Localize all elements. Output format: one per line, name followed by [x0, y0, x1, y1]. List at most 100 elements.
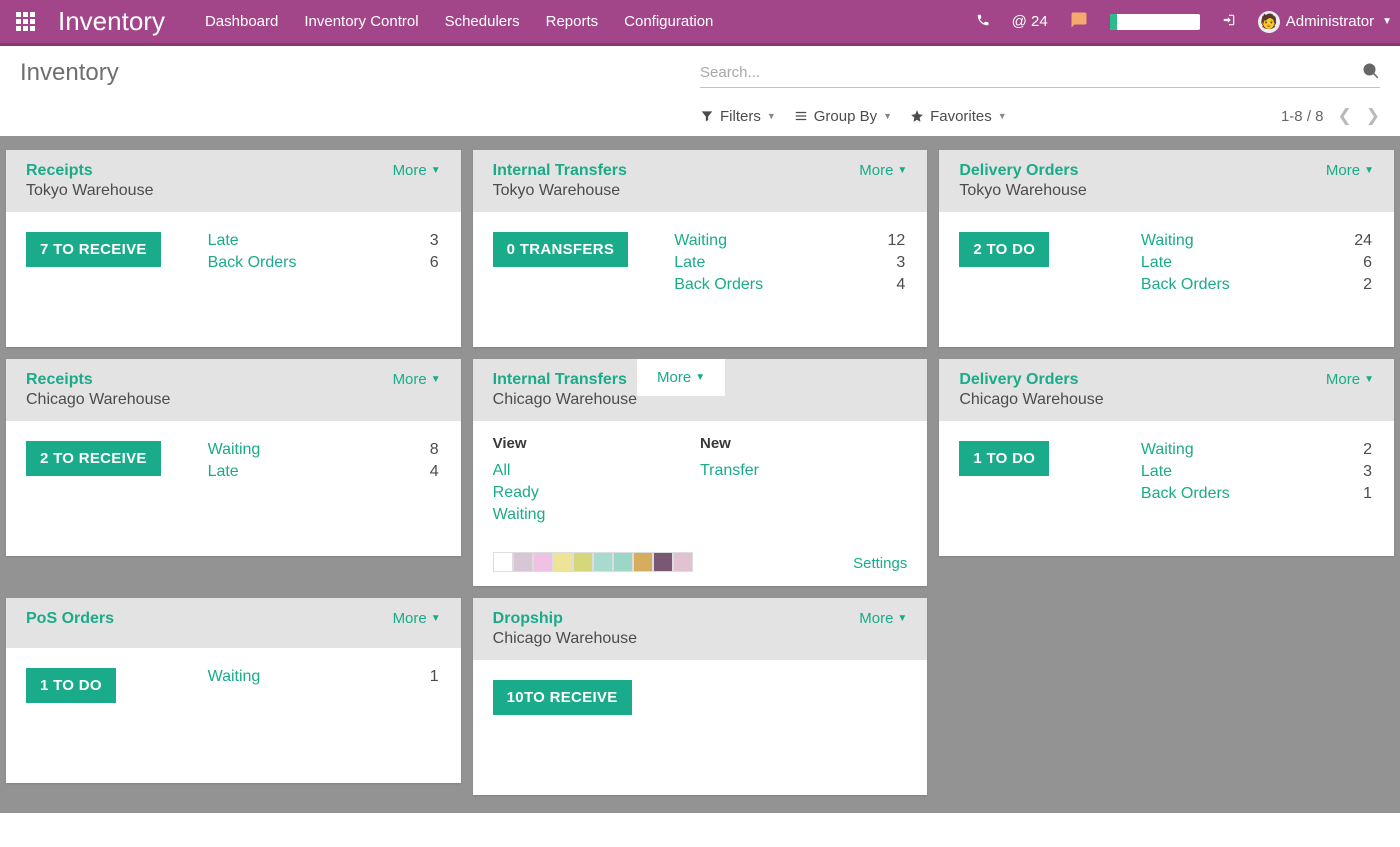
stat-row: Late6: [1141, 254, 1372, 272]
card-title[interactable]: Delivery Orders: [959, 162, 1086, 180]
card-title[interactable]: Receipts: [26, 371, 170, 389]
kanban-card: Delivery OrdersChicago WarehouseMore▼1 T…: [939, 359, 1394, 556]
kanban-card: Internal Transfers Chicago WarehouseMore▼…: [473, 359, 928, 586]
groupby-button[interactable]: Group By ▼: [794, 108, 892, 125]
search-input[interactable]: [700, 58, 1380, 88]
card-more-toggle[interactable]: More▼: [393, 371, 441, 388]
page-title: Inventory: [20, 59, 119, 87]
new-link[interactable]: Transfer: [700, 462, 907, 480]
stat-label[interactable]: Waiting: [208, 668, 261, 686]
stat-label[interactable]: Waiting: [1141, 441, 1194, 459]
apps-icon[interactable]: [16, 12, 40, 31]
color-swatch[interactable]: [573, 552, 593, 572]
menu-schedulers[interactable]: Schedulers: [445, 13, 520, 30]
color-swatch[interactable]: [553, 552, 573, 572]
card-more-toggle[interactable]: More▼: [859, 162, 907, 179]
stat-row: Late3: [1141, 463, 1372, 481]
chat-icon[interactable]: [1070, 11, 1088, 33]
stat-row: Back Orders2: [1141, 276, 1372, 294]
color-swatch[interactable]: [673, 552, 693, 572]
settings-link[interactable]: Settings: [853, 555, 907, 572]
color-swatch[interactable]: [493, 552, 513, 572]
card-subtitle: Chicago Warehouse: [493, 630, 637, 648]
card-title[interactable]: Internal Transfers: [493, 371, 637, 389]
card-more-toggle[interactable]: More▼: [859, 610, 907, 627]
stat-label[interactable]: Back Orders: [1141, 276, 1230, 294]
stat-row: Waiting12: [674, 232, 905, 250]
card-more-toggle[interactable]: More▼: [637, 359, 725, 396]
stat-label[interactable]: Waiting: [1141, 232, 1194, 250]
menu-reports[interactable]: Reports: [546, 13, 599, 30]
stat-row: Late3: [208, 232, 439, 250]
stat-label[interactable]: Late: [674, 254, 705, 272]
card-title[interactable]: Internal Transfers: [493, 162, 627, 180]
favorites-button[interactable]: Favorites ▼: [910, 108, 1007, 125]
primary-action-button[interactable]: 7 TO RECEIVE: [26, 232, 161, 267]
view-link[interactable]: Waiting: [493, 506, 700, 524]
app-brand[interactable]: Inventory: [58, 6, 165, 37]
color-swatch[interactable]: [593, 552, 613, 572]
primary-action-button[interactable]: 1 TO DO: [26, 668, 116, 703]
stat-label[interactable]: Back Orders: [674, 276, 763, 294]
primary-action-button[interactable]: 2 TO DO: [959, 232, 1049, 267]
stat-label[interactable]: Back Orders: [1141, 485, 1230, 503]
menu-inventory-control[interactable]: Inventory Control: [304, 13, 418, 30]
color-swatch[interactable]: [633, 552, 653, 572]
stat-label[interactable]: Late: [1141, 463, 1172, 481]
stat-label[interactable]: Late: [1141, 254, 1172, 272]
stat-row: Back Orders 6: [208, 254, 439, 272]
view-heading: View: [493, 435, 700, 452]
pager: 1-8 / 8 ❮ ❯: [1281, 106, 1380, 126]
phone-icon[interactable]: [976, 13, 990, 31]
card-subtitle: Chicago Warehouse: [493, 391, 637, 409]
stat-label[interactable]: Late: [208, 232, 239, 250]
card-more-toggle[interactable]: More▼: [393, 610, 441, 627]
primary-action-button[interactable]: 0 TRANSFERS: [493, 232, 628, 267]
stat-label[interactable]: Late: [208, 463, 239, 481]
stat-label[interactable]: Waiting: [674, 232, 727, 250]
card-more-toggle[interactable]: More▼: [1326, 162, 1374, 179]
card-header: Delivery OrdersTokyo WarehouseMore▼: [939, 150, 1394, 212]
stat-value: 6: [430, 254, 439, 272]
progress-bar[interactable]: [1110, 14, 1200, 30]
stat-label[interactable]: Back Orders: [208, 254, 297, 272]
primary-action-button[interactable]: 1 TO DO: [959, 441, 1049, 476]
primary-action-button[interactable]: 2 TO RECEIVE: [26, 441, 161, 476]
card-body: 7 TO RECEIVE Late3 Back Orders 6: [6, 212, 461, 347]
mentions-counter[interactable]: @ 24: [1012, 13, 1048, 30]
navbar-right: @ 24 🧑 Administrator ▼: [976, 11, 1392, 33]
more-label: More: [393, 162, 427, 179]
primary-action-button[interactable]: 10TO RECEIVE: [493, 680, 632, 715]
caret-down-icon: ▼: [1382, 16, 1392, 27]
card-title[interactable]: PoS Orders: [26, 610, 114, 628]
view-link[interactable]: Ready: [493, 484, 700, 502]
color-swatch[interactable]: [653, 552, 673, 572]
search-icon[interactable]: [1362, 62, 1380, 83]
pager-prev[interactable]: ❮: [1338, 106, 1352, 126]
card-title[interactable]: Dropship: [493, 610, 637, 628]
more-label: More: [393, 610, 427, 627]
color-swatch[interactable]: [513, 552, 533, 572]
stat-row: Waiting8: [208, 441, 439, 459]
menu-dashboard[interactable]: Dashboard: [205, 13, 278, 30]
card-header: ReceiptsTokyo WarehouseMore▼: [6, 150, 461, 212]
logout-icon[interactable]: [1222, 13, 1236, 31]
card-title[interactable]: Delivery Orders: [959, 371, 1103, 389]
filters-label: Filters: [720, 108, 761, 125]
menu-configuration[interactable]: Configuration: [624, 13, 713, 30]
pager-next[interactable]: ❯: [1366, 106, 1380, 126]
more-label: More: [1326, 162, 1360, 179]
card-body: 0 TRANSFERSWaiting12Late3Back Orders4: [473, 212, 928, 347]
card-body: 10TO RECEIVE: [473, 660, 928, 795]
card-more-toggle[interactable]: More▼: [393, 162, 441, 179]
user-menu[interactable]: 🧑 Administrator ▼: [1258, 11, 1392, 33]
card-more-toggle[interactable]: More▼: [1326, 371, 1374, 388]
stat-label[interactable]: Waiting: [208, 441, 261, 459]
top-menu: Dashboard Inventory Control Schedulers R…: [205, 13, 713, 30]
color-swatch[interactable]: [533, 552, 553, 572]
view-link[interactable]: All: [493, 462, 700, 480]
card-title[interactable]: Receipts: [26, 162, 153, 180]
filters-button[interactable]: Filters ▼: [700, 108, 776, 125]
stat-row: Back Orders4: [674, 276, 905, 294]
color-swatch[interactable]: [613, 552, 633, 572]
